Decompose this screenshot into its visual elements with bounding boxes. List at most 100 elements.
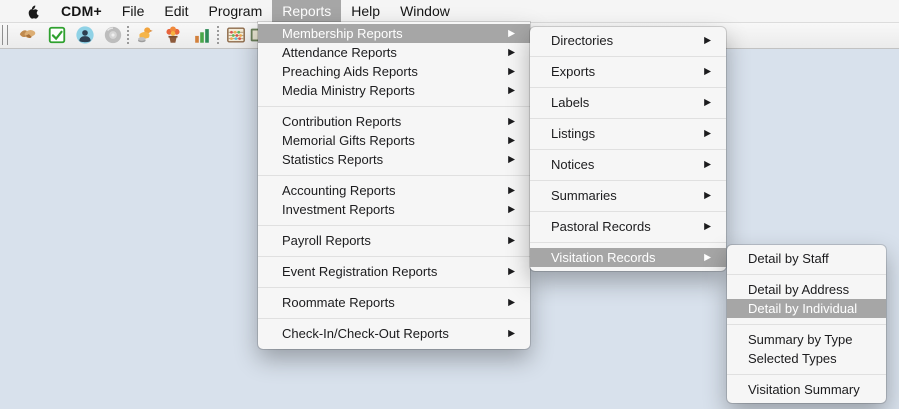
menu-separator (258, 256, 530, 257)
menu-separator (530, 242, 726, 243)
menu-item-memorial-gifts-reports[interactable]: Memorial Gifts Reports ▶ (258, 131, 530, 150)
submenu-arrow-icon: ▶ (508, 266, 515, 278)
disc-icon[interactable] (103, 25, 123, 45)
menu-item-label: Contribution Reports (282, 114, 401, 129)
menu-item-attendance-reports[interactable]: Attendance Reports ▶ (258, 43, 530, 62)
menu-item-label: Exports (551, 64, 595, 79)
menubar-item-edit[interactable]: Edit (154, 0, 198, 22)
menu-separator (530, 87, 726, 88)
flower-pot-icon[interactable] (163, 25, 183, 45)
menu-item-detail-by-individual[interactable]: Detail by Individual (727, 299, 886, 318)
submenu-arrow-icon: ▶ (704, 97, 711, 109)
menubar-item-help[interactable]: Help (341, 0, 390, 22)
menu-item-label: Detail by Address (748, 282, 849, 297)
menu-item-label: Selected Types (748, 351, 837, 366)
menu-item-label: Roommate Reports (282, 295, 395, 310)
apple-menu[interactable] (14, 0, 51, 22)
submenu-arrow-icon: ▶ (508, 185, 515, 197)
menu-separator (530, 180, 726, 181)
toolbar-separator (127, 26, 129, 44)
bar-chart-icon[interactable] (192, 25, 212, 45)
menu-separator (727, 374, 886, 375)
abacus-icon[interactable] (226, 25, 246, 45)
menu-item-detail-by-address[interactable]: Detail by Address (727, 280, 886, 299)
menu-item-contribution-reports[interactable]: Contribution Reports▶ (258, 112, 530, 131)
menubar-item-cdm[interactable]: CDM+ (51, 0, 112, 22)
menu-item-listings[interactable]: Listings ▶ (530, 124, 726, 143)
menubar-item-program[interactable]: Program (199, 0, 273, 22)
membership-reports-submenu: Directories▶Exports▶Labels▶Listings▶Noti… (530, 27, 726, 271)
menu-item-label: Payroll Reports (282, 233, 371, 248)
menu-separator (258, 318, 530, 319)
menu-item-preaching-aids-reports[interactable]: Preaching Aids Reports ▶ (258, 62, 530, 81)
submenu-arrow-icon: ▶ (508, 297, 515, 309)
menu-item-labels[interactable]: Labels▶ (530, 93, 726, 112)
menu-item-statistics-reports[interactable]: Statistics Reports ▶ (258, 150, 530, 169)
submenu-arrow-icon: ▶ (508, 154, 515, 166)
submenu-arrow-icon: ▶ (704, 221, 711, 233)
menu-item-label: Summaries (551, 188, 617, 203)
person-icon[interactable] (75, 25, 95, 45)
menu-item-notices[interactable]: Notices▶ (530, 155, 726, 174)
submenu-arrow-icon: ▶ (508, 47, 515, 59)
menu-item-check-in-check-out-reports[interactable]: Check-In/Check-Out Reports▶ (258, 324, 530, 343)
duck-funds-icon[interactable] (135, 25, 155, 45)
reports-menu: Membership Reports▶Attendance Reports▶Pr… (258, 22, 530, 349)
menu-item-directories[interactable]: Directories▶ (530, 31, 726, 50)
menu-item-detail-by-staff[interactable]: Detail by Staff (727, 249, 886, 268)
menu-separator (727, 324, 886, 325)
menu-item-media-ministry-reports[interactable]: Media Ministry Reports▶ (258, 81, 530, 100)
menu-item-label: Investment Reports (282, 202, 395, 217)
menu-item-label: Visitation Summary (748, 382, 860, 397)
menu-item-label: Preaching Aids Reports (282, 64, 418, 79)
menu-separator (530, 56, 726, 57)
menu-item-label: Detail by Individual (748, 301, 857, 316)
menu-item-pastoral-records[interactable]: Pastoral Records ▶ (530, 217, 726, 236)
menu-item-label: Detail by Staff (748, 251, 829, 266)
menu-item-summaries[interactable]: Summaries ▶ (530, 186, 726, 205)
menu-item-label: Accounting Reports (282, 183, 395, 198)
menubar: CDM+FileEditProgramReportsHelpWindow (0, 0, 899, 23)
checklist-icon[interactable] (47, 25, 67, 45)
menu-item-label: Statistics Reports (282, 152, 383, 167)
menu-item-label: Directories (551, 33, 613, 48)
menu-item-label: Summary by Type (748, 332, 853, 347)
menu-separator (530, 149, 726, 150)
menu-item-exports[interactable]: Exports▶ (530, 62, 726, 81)
submenu-arrow-icon: ▶ (508, 66, 515, 78)
menu-item-label: Pastoral Records (551, 219, 651, 234)
menu-item-label: Visitation Records (551, 250, 656, 265)
menu-item-membership-reports[interactable]: Membership Reports▶ (258, 24, 530, 43)
menu-separator (727, 274, 886, 275)
menu-item-label: Listings (551, 126, 595, 141)
menu-item-label: Notices (551, 157, 594, 172)
menu-separator (530, 118, 726, 119)
submenu-arrow-icon: ▶ (508, 135, 515, 147)
menu-item-visitation-summary[interactable]: Visitation Summary (727, 380, 886, 399)
toolbar-drag-handle[interactable] (2, 25, 8, 45)
menu-item-selected-types[interactable]: Selected Types (727, 349, 886, 368)
menu-item-summary-by-type[interactable]: Summary by Type (727, 330, 886, 349)
menu-item-payroll-reports[interactable]: Payroll Reports ▶ (258, 231, 530, 250)
menu-separator (258, 287, 530, 288)
submenu-arrow-icon: ▶ (704, 128, 711, 140)
menu-separator (258, 225, 530, 226)
submenu-arrow-icon: ▶ (508, 235, 515, 247)
menu-item-label: Attendance Reports (282, 45, 397, 60)
submenu-arrow-icon: ▶ (508, 28, 515, 40)
menubar-item-reports[interactable]: Reports (272, 0, 341, 22)
menu-item-label: Event Registration Reports (282, 264, 437, 279)
menubar-item-window[interactable]: Window (390, 0, 460, 22)
submenu-arrow-icon: ▶ (508, 204, 515, 216)
apple-logo-icon (26, 3, 39, 19)
menu-item-visitation-records[interactable]: Visitation Records▶ (530, 248, 726, 267)
menu-item-label: Memorial Gifts Reports (282, 133, 415, 148)
menu-item-investment-reports[interactable]: Investment Reports ▶ (258, 200, 530, 219)
menubar-item-file[interactable]: File (112, 0, 155, 22)
menu-item-roommate-reports[interactable]: Roommate Reports ▶ (258, 293, 530, 312)
menu-item-label: Media Ministry Reports (282, 83, 415, 98)
menu-item-accounting-reports[interactable]: Accounting Reports ▶ (258, 181, 530, 200)
handshake-icon[interactable] (18, 25, 38, 45)
submenu-arrow-icon: ▶ (704, 190, 711, 202)
menu-item-event-registration-reports[interactable]: Event Registration Reports ▶ (258, 262, 530, 281)
